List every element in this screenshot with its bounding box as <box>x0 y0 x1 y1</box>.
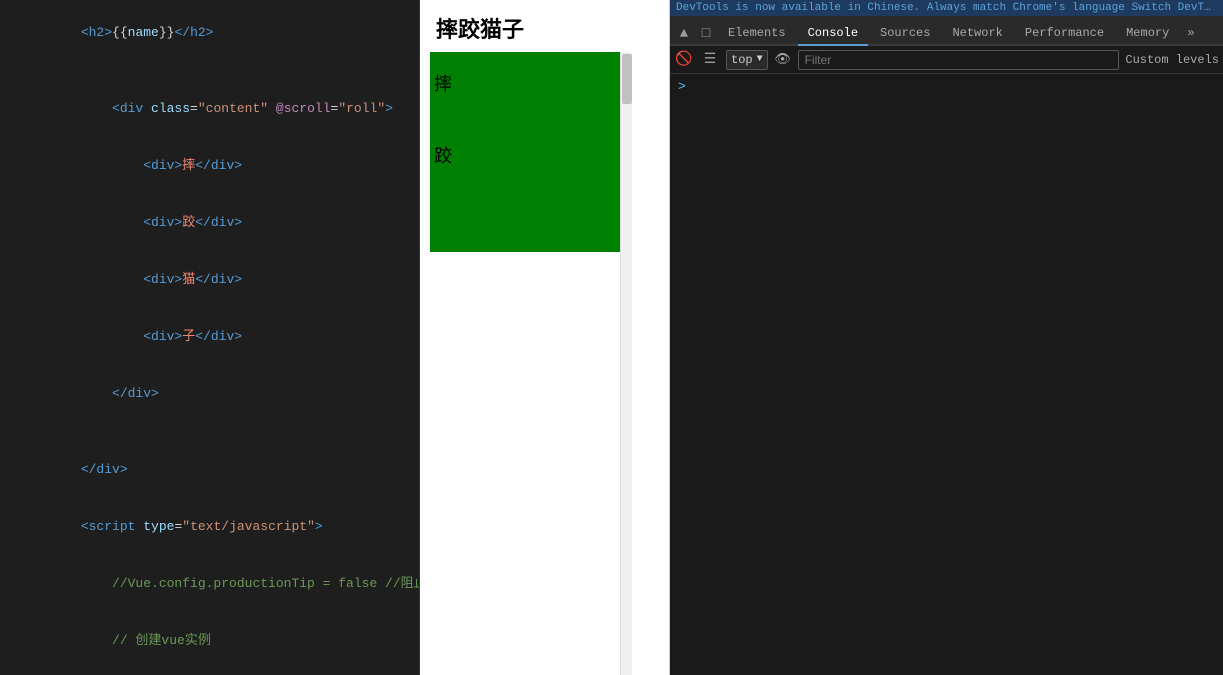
filter-icon[interactable]: ☰ <box>700 50 720 70</box>
chevron-down-icon: ▼ <box>757 54 763 65</box>
tab-console[interactable]: Console <box>798 22 868 46</box>
code-line: <script type="text/javascript"> <box>0 498 419 555</box>
inspect-icon[interactable]: □ <box>696 24 716 44</box>
preview-green-box: 摔 跤 <box>430 52 620 252</box>
code-line: </div> <box>0 365 419 422</box>
code-line: <div>猫</div> <box>0 251 419 308</box>
code-line: <div class="content" @scroll="roll"> <box>0 80 419 137</box>
console-filter-input[interactable] <box>798 50 1120 70</box>
preview-title: 摔跤猫子 <box>420 0 669 52</box>
code-line: //Vue.config.productionTip = false //阻止 … <box>0 555 419 612</box>
preview-scrollbar[interactable] <box>620 52 632 675</box>
context-selector[interactable]: top ▼ <box>726 50 768 70</box>
scrollbar-thumb[interactable] <box>622 54 632 104</box>
code-line: const vm = new Vue({ <box>0 669 419 675</box>
code-line: </div> <box>0 441 419 498</box>
console-prompt-icon: > <box>678 79 686 94</box>
code-line: // 创建vue实例 <box>0 612 419 669</box>
console-toolbar: 🚫 ☰ top ▼ 👁 Custom levels <box>670 46 1223 74</box>
devtools-banner: DevTools is now available in Chinese. Al… <box>670 0 1223 16</box>
devtools-tabs: ▲ □ Elements Console Sources Network Per… <box>670 16 1223 46</box>
tab-performance[interactable]: Performance <box>1015 22 1114 46</box>
preview-char-top: 摔 <box>434 70 452 96</box>
preview-scroll-area: 摔 跤 <box>420 52 669 675</box>
code-line <box>0 61 419 80</box>
code-line: <div>跤</div> <box>0 194 419 251</box>
tab-more-icon[interactable]: » <box>1181 22 1200 44</box>
tab-memory[interactable]: Memory <box>1116 22 1179 46</box>
code-line <box>0 422 419 441</box>
console-prompt-line: > <box>670 78 1223 96</box>
code-line: <div>摔</div> <box>0 137 419 194</box>
console-output: > <box>670 74 1223 675</box>
custom-levels-button[interactable]: Custom levels <box>1125 53 1219 67</box>
preview-char-mid: 跤 <box>434 142 452 168</box>
tab-sources[interactable]: Sources <box>870 22 940 46</box>
preview-panel: 摔跤猫子 摔 跤 <box>420 0 670 675</box>
device-toolbar-icon[interactable]: ▲ <box>674 24 694 44</box>
clear-console-icon[interactable]: 🚫 <box>674 50 694 70</box>
code-editor: <h2>{{name}}</h2> <div class="content" @… <box>0 0 420 675</box>
tab-network[interactable]: Network <box>942 22 1012 46</box>
code-line: <h2>{{name}}</h2> <box>0 4 419 61</box>
eye-icon[interactable]: 👁 <box>774 51 792 69</box>
code-line: <div>子</div> <box>0 308 419 365</box>
devtools-panel: DevTools is now available in Chinese. Al… <box>670 0 1223 675</box>
tab-elements[interactable]: Elements <box>718 22 796 46</box>
